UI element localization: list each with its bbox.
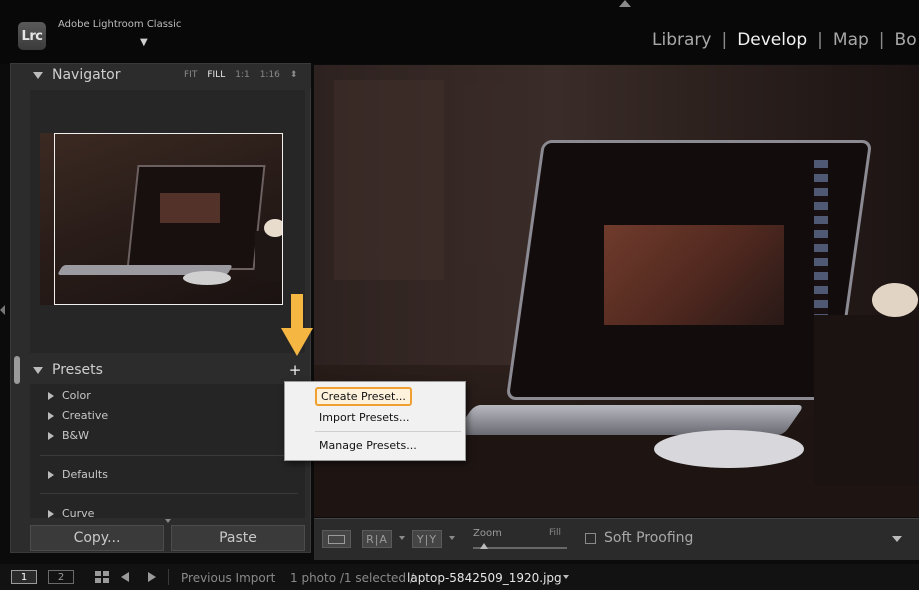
left-panel-toggle-icon[interactable] <box>0 305 5 315</box>
menu-manage-presets[interactable]: Manage Presets... <box>319 439 417 452</box>
photo-plant <box>872 283 918 317</box>
preset-group-label: Defaults <box>62 468 108 481</box>
toolbar-options-icon[interactable] <box>892 536 902 542</box>
back-arrow-icon[interactable] <box>121 572 129 582</box>
left-panel-scrollbar[interactable] <box>14 356 20 384</box>
expand-triangle-icon <box>48 470 54 479</box>
copy-settings-button[interactable]: Copy... <box>30 525 164 551</box>
photo-laptop-content <box>604 225 784 325</box>
expand-triangle-icon <box>48 431 54 440</box>
filename-menu-icon[interactable] <box>563 575 569 579</box>
zoom-1-16[interactable]: 1:16 <box>260 70 280 80</box>
app-title: Adobe Lightroom Classic <box>58 19 182 30</box>
before-after-menu-icon[interactable] <box>399 536 405 540</box>
filmstrip-source[interactable]: Previous Import <box>181 571 275 585</box>
presets-list: Color Creative B&W Defaults Curve <box>30 384 305 518</box>
swap-menu-icon[interactable] <box>449 536 455 540</box>
annotation-arrow-icon <box>281 294 313 356</box>
preset-divider <box>40 455 298 456</box>
forward-arrow-icon[interactable] <box>148 572 156 582</box>
module-separator: | <box>817 30 823 50</box>
expand-triangle-icon <box>48 391 54 400</box>
expand-triangle-icon <box>48 509 54 518</box>
zoom-fill[interactable]: FILL <box>207 70 225 80</box>
module-develop[interactable]: Develop <box>737 30 807 50</box>
module-separator: | <box>878 30 885 50</box>
menu-separator <box>315 431 461 432</box>
preset-group-label: Curve <box>62 507 95 518</box>
photo-count: 1 photo /1 selected / <box>290 571 414 585</box>
preset-group-creative[interactable]: Creative <box>48 409 108 422</box>
module-book[interactable]: Bo <box>895 30 917 50</box>
zoom-label: Zoom <box>473 528 502 539</box>
lightroom-logo: Lrc <box>18 22 46 50</box>
preset-group-label: B&W <box>62 429 90 442</box>
preset-group-color[interactable]: Color <box>48 389 91 402</box>
navigator-thumbnail[interactable] <box>40 133 283 305</box>
module-picker: Library | Develop | Map | Bo <box>652 30 917 50</box>
identity-plate-caret-icon[interactable]: ▼ <box>140 37 148 48</box>
zoom-value: Fill <box>549 528 562 538</box>
photo-mouse <box>654 430 804 468</box>
zoom-more-icon[interactable]: ⬍ <box>290 70 298 80</box>
navigator-zoom-options: FIT FILL 1:1 1:16 ⬍ <box>184 70 297 80</box>
collapse-triangle-icon[interactable] <box>33 367 43 374</box>
main-window-button[interactable]: 1 <box>11 570 37 584</box>
soft-proofing-label[interactable]: Soft Proofing <box>604 530 693 546</box>
secondary-window-button[interactable]: 2 <box>48 570 74 584</box>
module-separator: | <box>721 30 728 50</box>
menu-import-presets[interactable]: Import Presets... <box>319 411 410 424</box>
loupe-view-button[interactable] <box>322 530 351 548</box>
add-preset-icon[interactable]: + <box>286 361 304 379</box>
grid-view-icon[interactable] <box>95 571 109 583</box>
zoom-slider-knob[interactable] <box>480 543 488 549</box>
navigator-title: Navigator <box>52 67 121 83</box>
module-map[interactable]: Map <box>833 30 869 50</box>
filmstrip-separator <box>168 569 169 585</box>
before-after-left-right-button[interactable]: R|A <box>362 530 392 548</box>
preset-group-curve[interactable]: Curve <box>48 507 94 518</box>
preset-group-defaults[interactable]: Defaults <box>48 468 108 481</box>
photo-filename[interactable]: laptop-5842509_1920.jpg <box>407 571 562 585</box>
photo-window-shape <box>334 80 444 280</box>
presets-title: Presets <box>52 362 103 378</box>
before-after-swap-button[interactable]: Y|Y <box>412 530 442 548</box>
panel-end-marker-icon <box>165 519 171 523</box>
preset-group-label: Color <box>62 389 91 402</box>
loupe-icon <box>328 534 345 544</box>
paste-settings-button[interactable]: Paste <box>171 525 305 551</box>
collapse-triangle-icon[interactable] <box>33 72 43 79</box>
expand-triangle-icon <box>48 411 54 420</box>
photo-pot <box>814 315 919 485</box>
photo-window-shape <box>464 85 524 265</box>
preset-group-label: Creative <box>62 409 109 422</box>
navigator-view-frame[interactable] <box>54 133 283 305</box>
preset-group-bw[interactable]: B&W <box>48 429 89 442</box>
soft-proofing-checkbox[interactable] <box>585 533 596 544</box>
add-preset-menu: Create Preset... Import Presets... Manag… <box>284 381 466 461</box>
zoom-1-1[interactable]: 1:1 <box>235 70 249 80</box>
module-library[interactable]: Library <box>652 30 711 50</box>
top-panel-toggle-icon[interactable] <box>619 0 631 7</box>
preset-divider <box>40 493 298 494</box>
menu-create-preset[interactable]: Create Preset... <box>315 387 412 406</box>
zoom-fit[interactable]: FIT <box>184 70 197 80</box>
